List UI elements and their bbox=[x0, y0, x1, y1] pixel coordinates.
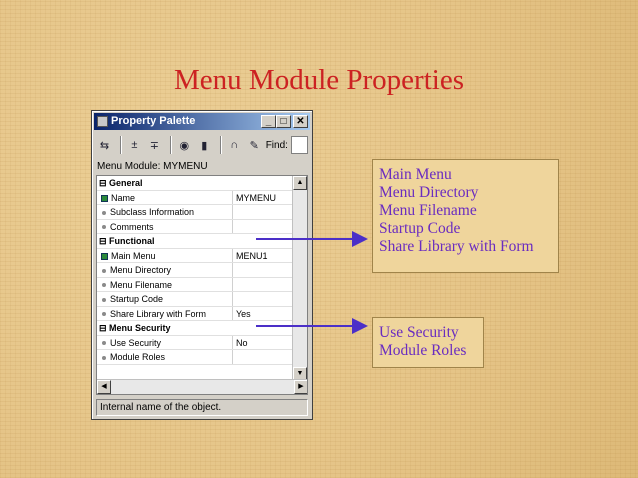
callout-item: Menu Directory bbox=[379, 184, 479, 201]
callout-security: Use Security Module Roles bbox=[372, 317, 484, 368]
callout-item: Use Security bbox=[379, 324, 459, 341]
callout-functional: Main Menu Menu Directory Menu Filename S… bbox=[372, 159, 559, 273]
callout-item: Main Menu bbox=[379, 166, 452, 183]
callout-item: Share Library with Form bbox=[379, 238, 534, 255]
callout-item: Module Roles bbox=[379, 342, 467, 359]
callout-item: Menu Filename bbox=[379, 202, 477, 219]
callout-item: Startup Code bbox=[379, 220, 461, 237]
